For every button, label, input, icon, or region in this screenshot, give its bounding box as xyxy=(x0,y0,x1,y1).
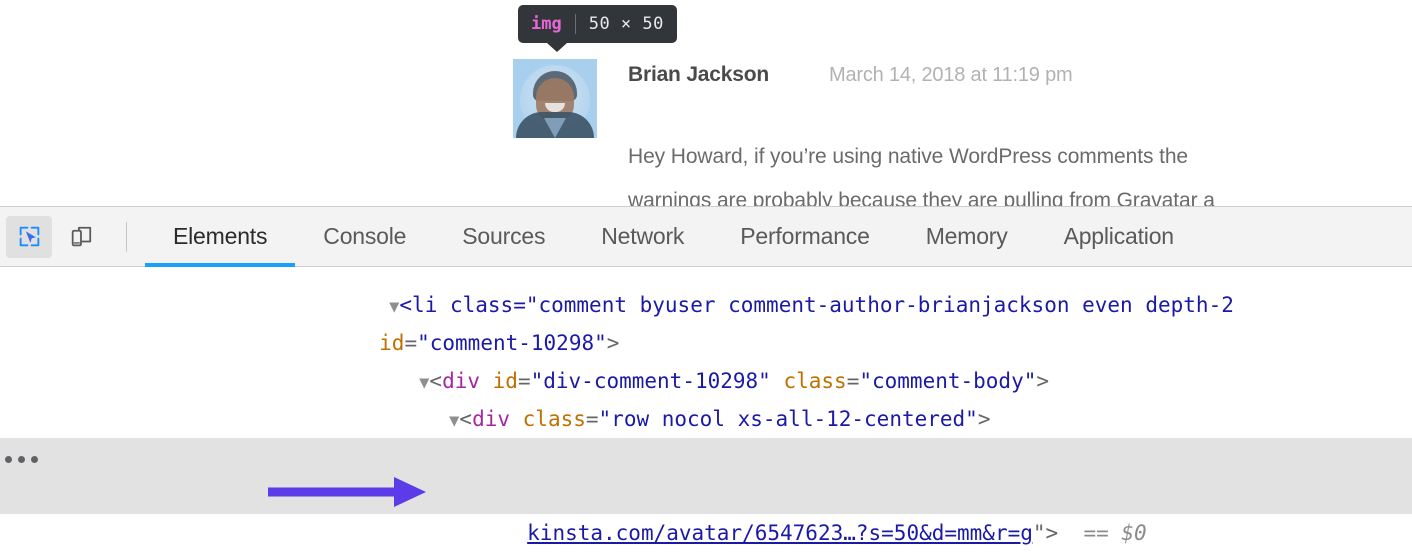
tooltip-separator xyxy=(574,14,576,34)
tab-application[interactable]: Application xyxy=(1036,207,1202,266)
element-inspect-tooltip: img 50 × 50 xyxy=(518,5,677,43)
dom-line-close-div[interactable]: </div> xyxy=(0,514,1412,552)
dom-line-div-row[interactable]: ▼<div class="row nocol xs-all-12-centere… xyxy=(0,362,1412,431)
dom-line-img-src-wrap[interactable]: kinsta.com/avatar/6547623…?s=50&d=mm&r=g… xyxy=(0,476,1412,545)
dom-line-img-selected[interactable]: <img alt="Gravatar for this comment's au… xyxy=(0,438,1412,507)
devtools-panel: Elements Console Sources Network Perform… xyxy=(0,206,1412,552)
tab-sources[interactable]: Sources xyxy=(434,207,573,266)
dom-tree-view[interactable]: ▼<li class="comment byuser comment-autho… xyxy=(0,267,1412,552)
tab-elements[interactable]: Elements xyxy=(145,207,296,267)
tooltip-dimensions: 50 × 50 xyxy=(588,14,664,34)
dot xyxy=(5,456,12,463)
comment-text-line: Hey Howard, if you’re using native WordP… xyxy=(628,145,1188,168)
device-toolbar-icon[interactable] xyxy=(58,216,104,258)
dom-line-div-comment-body[interactable]: ▼<div id="div-comment-10298" class="comm… xyxy=(0,324,1412,393)
web-page-region: img 50 × 50 Brian Jackson March 14, 2018… xyxy=(0,0,1412,206)
tab-performance[interactable]: Performance xyxy=(712,207,897,266)
toolbar-divider xyxy=(126,221,127,252)
tooltip-pointer xyxy=(547,43,567,52)
overflow-ellipsis-dots[interactable] xyxy=(5,456,38,463)
screenshot-root: img 50 × 50 Brian Jackson March 14, 2018… xyxy=(0,0,1412,552)
tab-network[interactable]: Network xyxy=(573,207,712,266)
devtools-toolbar: Elements Console Sources Network Perform… xyxy=(0,207,1412,267)
inspect-element-icon[interactable] xyxy=(6,215,52,258)
devtools-tab-bar: Elements Console Sources Network Perform… xyxy=(145,207,1202,267)
tab-console[interactable]: Console xyxy=(295,207,434,266)
comment-author-name: Brian Jackson xyxy=(628,63,769,86)
dom-line-div-avatar[interactable]: ▼<div class="avatar--round mr--20"> xyxy=(0,400,1412,469)
tab-memory[interactable]: Memory xyxy=(898,207,1036,266)
dot xyxy=(18,456,25,463)
dot xyxy=(31,456,38,463)
comment-text: Hey Howard, if you’re using native WordP… xyxy=(628,135,1398,206)
tooltip-tag-name: img xyxy=(531,14,562,34)
dom-line-li-id[interactable]: id="comment-10298"> xyxy=(0,286,1412,355)
comment-text-line: warnings are probably because they are p… xyxy=(628,189,1215,206)
dom-line-li-open[interactable]: ▼<li class="comment byuser comment-autho… xyxy=(0,267,1412,317)
avatar[interactable] xyxy=(513,59,597,138)
comment-timestamp: March 14, 2018 at 11:19 pm xyxy=(829,64,1073,86)
